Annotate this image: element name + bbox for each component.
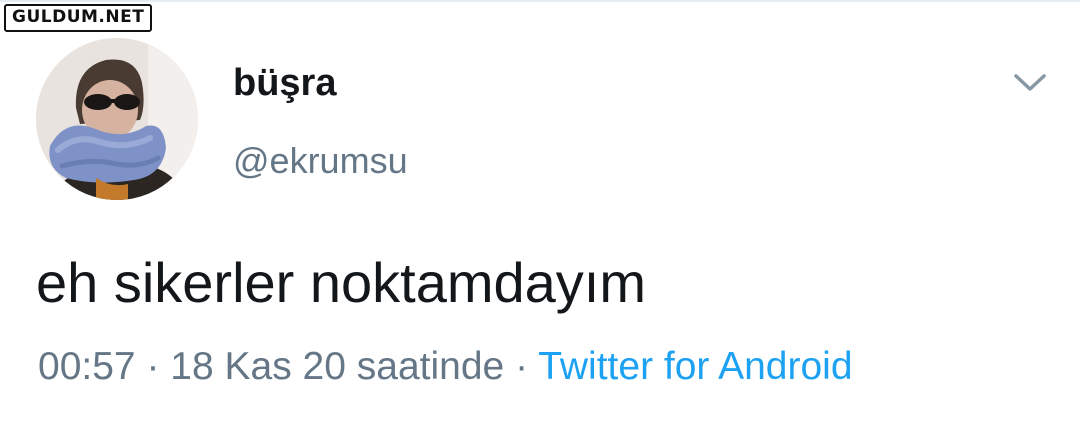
profile-photo (36, 38, 198, 200)
tweet-source-link[interactable]: Twitter for Android (538, 345, 852, 388)
avatar[interactable] (36, 38, 198, 200)
watermark-logo: GULDUM.NET (4, 4, 153, 32)
tweet-text: eh sikerler noktamdayım (36, 251, 647, 314)
tweet-date[interactable]: 18 Kas 20 saatinde (170, 345, 504, 388)
tweet-meta: 00:57 · 18 Kas 20 saatinde · Twitter for… (38, 345, 853, 389)
meta-separator: · (146, 345, 160, 388)
display-name[interactable]: büşra (233, 62, 336, 105)
tweet-time[interactable]: 00:57 (38, 345, 136, 388)
user-handle[interactable]: @ekrumsu (233, 140, 408, 182)
meta-separator: · (515, 345, 529, 388)
top-divider (0, 0, 1080, 2)
chevron-down-icon[interactable] (1010, 70, 1050, 96)
